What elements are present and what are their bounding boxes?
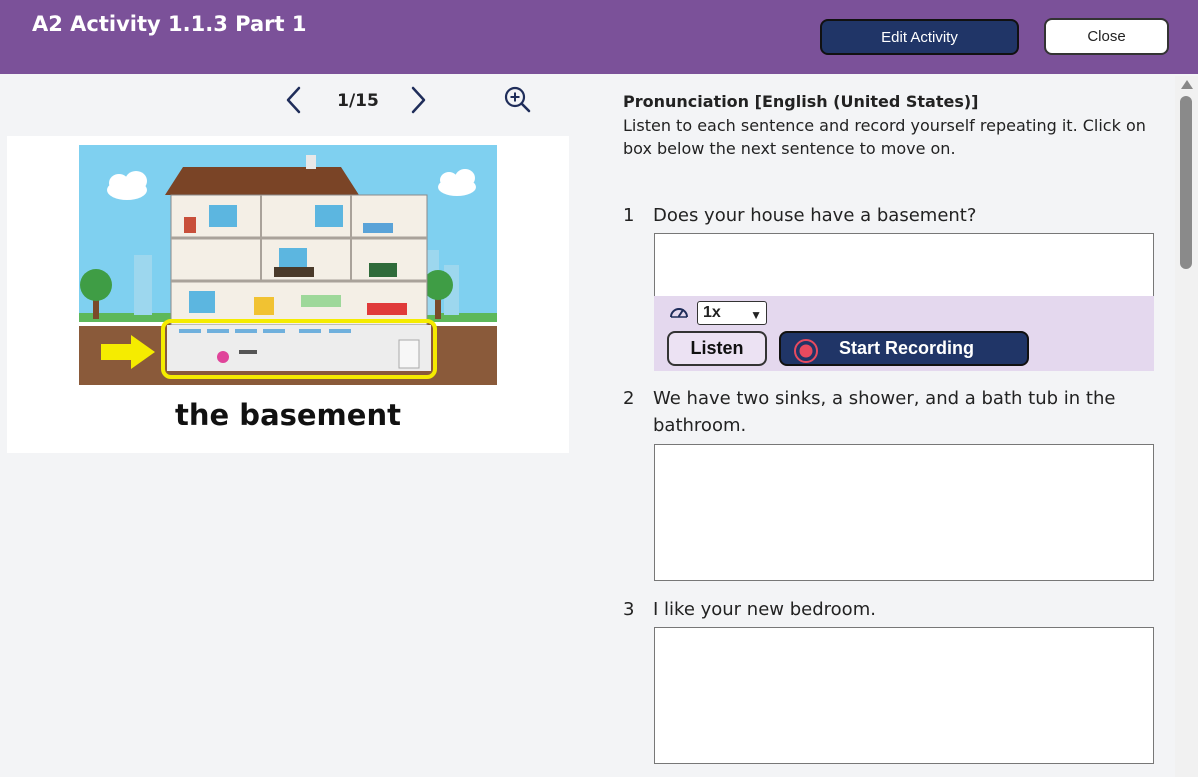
recorder-panel: 1x ▼ Listen Start Recording <box>654 296 1154 371</box>
flashcard-caption: the basement <box>175 398 401 432</box>
flashcard: the basement <box>7 136 569 453</box>
edit-activity-button[interactable]: Edit Activity <box>820 19 1019 55</box>
next-page-button[interactable] <box>404 84 432 118</box>
record-icon <box>794 339 818 363</box>
scrollbar-thumb[interactable] <box>1180 96 1192 269</box>
recording-box-3[interactable] <box>654 627 1154 764</box>
scroll-up-arrow-icon[interactable] <box>1181 80 1193 89</box>
chevron-right-icon <box>411 86 426 114</box>
playback-speed-select[interactable]: 1x ▼ <box>697 301 767 325</box>
zoom-in-icon <box>504 86 531 113</box>
recording-box-2[interactable] <box>654 444 1154 581</box>
activity-title: A2 Activity 1.1.3 Part 1 <box>32 12 307 36</box>
vertical-scrollbar[interactable] <box>1175 76 1198 777</box>
close-button[interactable]: Close <box>1044 18 1169 55</box>
question-number: 2 <box>623 388 635 409</box>
question-text: We have two sinks, a shower, and a bath … <box>653 388 1116 436</box>
speedometer-icon <box>670 308 688 318</box>
question-number: 3 <box>623 599 635 620</box>
zoom-in-button[interactable] <box>502 84 534 118</box>
instructions: Pronunciation [English (United States)] … <box>623 90 1163 160</box>
page-indicator: 1/15 <box>337 91 379 111</box>
chevron-down-icon: ▼ <box>750 308 762 322</box>
recording-box-1[interactable] <box>654 233 1154 297</box>
question-text: Does your house have a basement? <box>653 205 977 226</box>
question-number: 1 <box>623 205 635 226</box>
app-header: A2 Activity 1.1.3 Part 1 Edit Activity C… <box>0 0 1198 74</box>
instructions-text: Listen to each sentence and record yours… <box>623 116 1146 158</box>
instructions-title: Pronunciation [English (United States)] <box>623 92 979 111</box>
question-text: I like your new bedroom. <box>653 599 876 620</box>
playback-speed-value: 1x <box>703 304 721 321</box>
listen-button[interactable]: Listen <box>667 331 767 366</box>
house-basement-illustration <box>79 145 497 385</box>
page-navigator: 1/15 <box>280 84 550 118</box>
previous-page-button[interactable] <box>280 84 308 118</box>
chevron-left-icon <box>286 86 301 114</box>
start-recording-button[interactable]: Start Recording <box>779 331 1029 366</box>
start-recording-label: Start Recording <box>839 338 975 358</box>
